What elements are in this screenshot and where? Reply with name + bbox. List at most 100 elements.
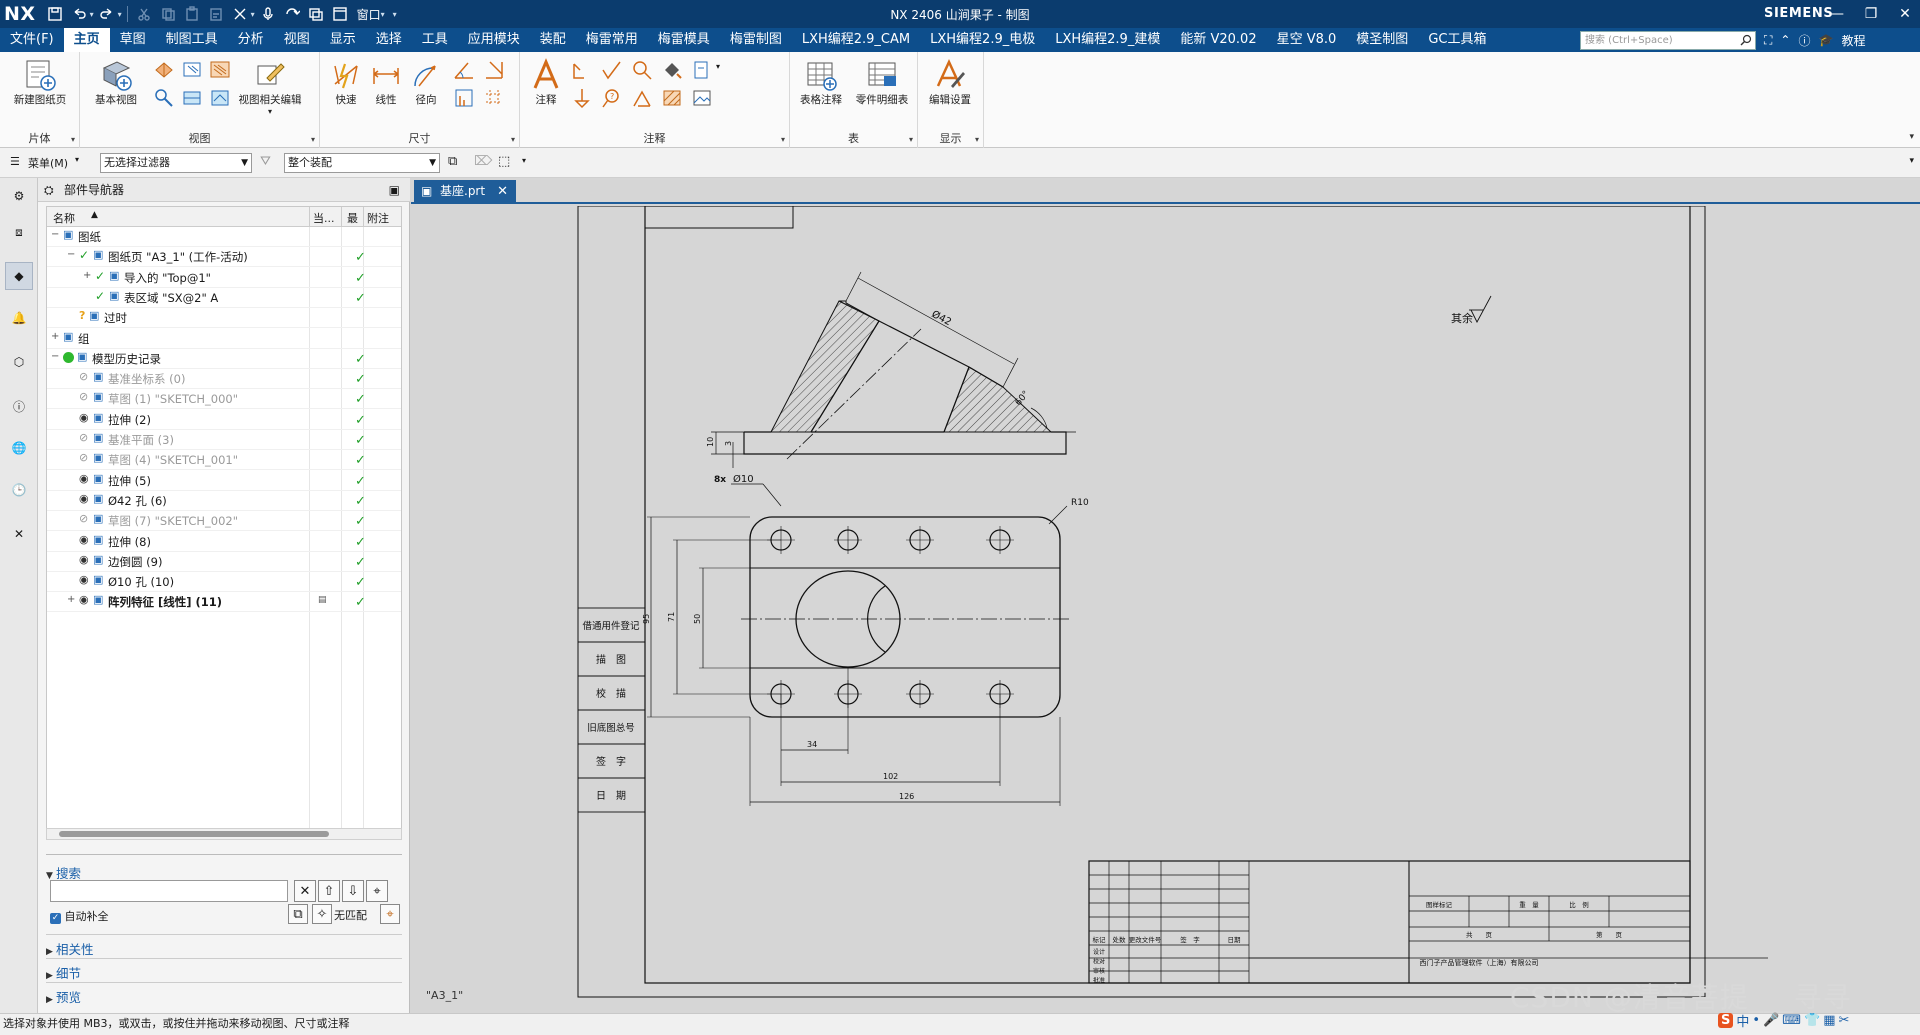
menu-tab[interactable]: 梅雷模具	[648, 28, 720, 52]
tree-horizontal-scrollbar[interactable]	[46, 828, 402, 840]
web-browser-icon[interactable]: 🌐	[5, 434, 33, 462]
scope-select[interactable]: 整个装配 ▼	[284, 153, 440, 173]
close-tab-icon[interactable]: ✕	[497, 184, 508, 199]
menu-tab[interactable]: 梅雷制图	[720, 28, 792, 52]
image-icon[interactable]	[690, 58, 716, 82]
menu-tab[interactable]: 装配	[530, 28, 576, 52]
window-icon[interactable]	[329, 3, 351, 25]
tree-row[interactable]: ⊘ ▣ 草图 (4) "SKETCH_001" ✓	[47, 450, 401, 471]
highlight-results-button[interactable]: ✧	[312, 904, 332, 924]
checkmark-icon[interactable]: ✓	[79, 248, 89, 262]
expand-icon[interactable]: +	[67, 594, 75, 605]
visibility-icon[interactable]: ◉	[79, 573, 89, 586]
menu-tab[interactable]: 制图工具	[156, 28, 228, 52]
col-notes[interactable]: 附注	[367, 210, 389, 226]
ime-punct[interactable]: •	[1752, 1013, 1760, 1028]
sort-asc-icon[interactable]: ▲	[91, 210, 98, 220]
select-all-icon[interactable]: ⧉	[448, 154, 457, 169]
paste-icon[interactable]	[181, 3, 203, 25]
col-latest[interactable]: 最	[347, 210, 358, 226]
command-search-input[interactable]: 搜索 (Ctrl+Space)	[1580, 31, 1756, 50]
collapse-icon[interactable]: −	[51, 351, 59, 362]
menu-tab[interactable]: 模圣制图	[1346, 28, 1418, 52]
sogou-logo[interactable]: S	[1718, 1012, 1734, 1028]
base-view-button[interactable]: 基本视图	[88, 58, 144, 107]
tree-row[interactable]: ◉ ▣ 拉伸 (2) ✓	[47, 410, 401, 430]
group-dropdown-icon[interactable]: ▾	[311, 135, 315, 144]
tree-row[interactable]: − ✓ ▣ 图纸页 "A3_1" (工作-活动) ✓	[47, 247, 401, 268]
dim-r10[interactable]: R10	[1071, 498, 1089, 508]
menu-tab[interactable]: 分析	[228, 28, 274, 52]
tree-row[interactable]: ? ▣ 过时	[47, 308, 401, 329]
visibility-icon[interactable]: ◉	[79, 492, 89, 505]
menu-tab[interactable]: 主页	[63, 28, 110, 52]
dim-10[interactable]: 10	[706, 437, 715, 447]
graphics-window[interactable]: ▣ 基座.prt ✕ Ø42 60° 10 3 其余 8x Ø10 R10 95…	[411, 178, 1920, 1013]
find-next-button[interactable]: ⇩	[342, 880, 364, 902]
visibility-icon[interactable]: ⊘	[79, 390, 88, 403]
menu-tab[interactable]: LXH编程2.9_CAM	[792, 28, 920, 52]
ribbon-options-icon[interactable]: ▾	[1909, 132, 1914, 142]
datum-feature-icon[interactable]	[570, 86, 596, 110]
checkmark-icon[interactable]: ✓	[95, 269, 105, 283]
radial-dim-button[interactable]: 径向	[406, 58, 446, 107]
collapse-icon[interactable]: −	[67, 249, 75, 260]
type-filter-select[interactable]: 无选择过滤器 ▼	[100, 153, 252, 173]
edit-settings-button[interactable]: 编辑设置	[922, 58, 978, 107]
redo-icon[interactable]	[96, 3, 118, 25]
close-button[interactable]: ✕	[1888, 0, 1920, 28]
thickness-dim-icon[interactable]	[482, 86, 508, 110]
dim-102[interactable]: 102	[883, 772, 898, 781]
menu-button[interactable]: 菜单(M)	[28, 155, 68, 171]
tree-row[interactable]: ⊘ ▣ 基准平面 (3) ✓	[47, 430, 401, 450]
undo-icon[interactable]	[68, 3, 90, 25]
deselect-icon[interactable]: ⌦	[474, 154, 492, 169]
filter-reset-icon[interactable]: ⛛	[260, 154, 271, 169]
mic-icon[interactable]: 🎤	[1763, 1013, 1779, 1028]
menu-tab[interactable]: 显示	[320, 28, 366, 52]
drawing-sheet[interactable]: Ø42 60° 10 3 其余 8x Ø10 R10 95 71 50 34 1…	[411, 206, 1920, 1011]
paste-special-icon[interactable]	[205, 3, 227, 25]
tree-row[interactable]: ◉ ▣ Ø10 孔 (10) ✓	[47, 572, 401, 593]
chamfer-dim-icon[interactable]	[482, 58, 508, 82]
projected-view-icon[interactable]	[152, 58, 178, 82]
mic-icon[interactable]	[257, 3, 279, 25]
linear-dim-button[interactable]: 线性	[366, 58, 406, 107]
settings-icon[interactable]: ⚙	[5, 182, 33, 210]
dim-50[interactable]: 50	[693, 614, 702, 624]
hatch-fill-icon[interactable]	[660, 58, 686, 82]
visibility-icon[interactable]: ⊘	[79, 431, 88, 444]
tree-row[interactable]: + ◉ ▣ 阵列特征 [线性] (11) ✓ ▤	[47, 592, 401, 613]
preview-section[interactable]: ▶ 预览	[46, 982, 402, 1006]
tree-row[interactable]: −✓▣模型历史记录✓	[47, 349, 401, 369]
selection-mode-dropdown-icon[interactable]: ▾	[522, 156, 526, 165]
delete-dropdown-icon[interactable]: ▾	[251, 10, 255, 19]
copy-icon[interactable]	[157, 3, 179, 25]
reuse-library-icon[interactable]: ⬡	[5, 348, 33, 376]
menu-tab[interactable]: 星空 V8.0	[1267, 28, 1347, 52]
section-view-icon[interactable]	[180, 58, 206, 82]
tree-row[interactable]: − ▣ 图纸	[47, 227, 401, 247]
delete-icon[interactable]	[229, 3, 251, 25]
menu-tab[interactable]: 工具	[412, 28, 458, 52]
redo-dropdown-icon[interactable]: ▾	[118, 10, 122, 19]
visibility-icon[interactable]: ⊘	[79, 451, 88, 464]
group-dropdown-icon[interactable]: ▾	[909, 135, 913, 144]
group-dropdown-icon[interactable]: ▾	[781, 135, 785, 144]
window-dropdown-icon[interactable]: ▾	[381, 10, 385, 19]
menu-tab[interactable]: 能新 V20.02	[1170, 28, 1266, 52]
details-section[interactable]: ▶ 细节	[46, 958, 402, 982]
group-dropdown-icon[interactable]: ▾	[71, 135, 75, 144]
restore-button[interactable]: ❐	[1854, 0, 1888, 28]
annotation-dropdown-icon[interactable]: ▾	[716, 62, 720, 71]
tools-icon[interactable]: ✕	[5, 520, 33, 548]
visibility-icon[interactable]: ◉	[79, 411, 89, 424]
grid-icon[interactable]: ▦	[1823, 1013, 1835, 1028]
menu-tab[interactable]: LXH编程2.9_建模	[1045, 28, 1170, 52]
tree-row[interactable]: ◉ ▣ 拉伸 (8) ✓	[47, 532, 401, 552]
tree-row[interactable]: ⊘ ▣ 基准坐标系 (0) ✓	[47, 369, 401, 390]
minimize-button[interactable]: —	[1820, 0, 1854, 28]
tree-row[interactable]: ◉ ▣ 边倒圆 (9) ✓	[47, 552, 401, 572]
expand-icon[interactable]: +	[83, 270, 91, 281]
find-previous-button[interactable]: ⇧	[318, 880, 340, 902]
